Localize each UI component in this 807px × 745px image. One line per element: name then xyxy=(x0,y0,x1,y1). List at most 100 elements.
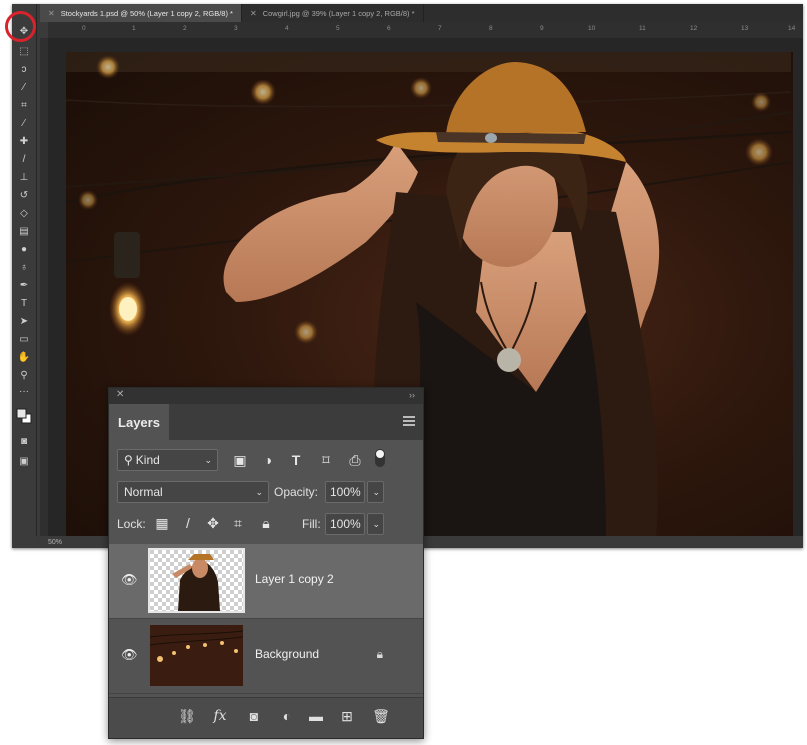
ruler-tick: 0 xyxy=(82,25,86,32)
quick-select-tool-icon[interactable]: ⁄ xyxy=(15,80,33,96)
filter-kind-label: Kind xyxy=(135,453,160,467)
ruler-tick: 4 xyxy=(285,25,289,32)
screen-mode-icon[interactable]: ▣ xyxy=(15,454,33,470)
eye-visibility-icon[interactable]: 👁︎ xyxy=(121,572,138,588)
chevron-down-icon: ⌄ xyxy=(372,518,380,529)
shape-filter-icon[interactable]: ⌑ xyxy=(317,451,335,469)
lasso-tool-icon[interactable]: ↄ xyxy=(15,62,33,78)
color-swatches-icon[interactable] xyxy=(15,408,33,424)
path-select-tool-icon[interactable]: ➤ xyxy=(15,314,33,330)
rectangle-tool-icon[interactable]: ▭ xyxy=(15,332,33,348)
blend-row: Normal ⌄ Opacity: 100% ⌄ xyxy=(109,480,423,504)
ruler-tick: 11 xyxy=(639,25,646,32)
move-tool-highlight-circle xyxy=(5,11,36,42)
blend-mode-dropdown[interactable]: Normal ⌄ xyxy=(117,481,269,503)
opacity-input[interactable]: 100% xyxy=(325,481,365,503)
lock-all-icon[interactable]: 🔒︎ xyxy=(257,515,275,532)
chevron-down-icon: ⌄ xyxy=(372,486,380,497)
ruler-tick: 5 xyxy=(336,25,340,32)
ruler-tick: 7 xyxy=(438,25,442,32)
ruler-tick: 13 xyxy=(741,25,749,32)
layer-name[interactable]: Background xyxy=(255,647,319,661)
lock-image-pixels-icon[interactable]: / xyxy=(179,515,197,531)
chevron-down-icon: ⌄ xyxy=(255,486,263,497)
opacity-value: 100% xyxy=(330,485,361,499)
dodge-tool-icon[interactable]: ♁ xyxy=(15,260,33,276)
tab-label: Cowgirl.jpg @ 39% (Layer 1 copy 2, RGB/8… xyxy=(262,8,415,18)
fill-input[interactable]: 100% xyxy=(325,513,365,535)
link-layers-icon[interactable]: ⛓︎ xyxy=(177,708,197,725)
adjustment-layer-icon[interactable]: ◐ xyxy=(277,708,297,724)
fx-icon[interactable]: fx xyxy=(210,708,230,724)
fill-label: Fill: xyxy=(302,517,321,531)
healing-tool-icon[interactable]: ✚ xyxy=(15,134,33,150)
ruler-tick: 3 xyxy=(234,25,238,32)
document-tab-cowgirl[interactable]: ✕ Cowgirl.jpg @ 39% (Layer 1 copy 2, RGB… xyxy=(242,4,424,22)
tools-panel: ✥ ⬚ ↄ ⁄ ⌗ ⁄ ✚ / ⊥ ↺ ◇ ▤ ● ♁ ✒ T ➤ ▭ ✋ ⚲ … xyxy=(12,4,37,548)
lock-label: Lock: xyxy=(117,517,146,531)
panel-title-bar: ✕ ›› xyxy=(109,388,423,404)
lock-position-icon[interactable]: ✥ xyxy=(204,515,222,532)
close-icon[interactable]: ✕ xyxy=(250,9,257,18)
ruler-tick: 6 xyxy=(387,25,391,32)
lock-icon[interactable]: 🔒︎ xyxy=(377,647,383,662)
pen-tool-icon[interactable]: ✒ xyxy=(15,278,33,294)
gradient-tool-icon[interactable]: ▤ xyxy=(15,224,33,240)
type-filter-icon[interactable]: T xyxy=(287,451,305,469)
ruler-tick: 8 xyxy=(489,25,493,32)
zoom-readout[interactable]: 50% xyxy=(48,539,62,546)
clone-stamp-tool-icon[interactable]: ⊥ xyxy=(15,170,33,186)
search-icon: ⚲ xyxy=(124,453,133,467)
ruler-tick: 12 xyxy=(690,25,698,32)
hand-tool-icon[interactable]: ✋ xyxy=(15,350,33,366)
filter-kind-dropdown[interactable]: ⚲ Kind ⌄ xyxy=(117,449,218,471)
adjustment-filter-icon[interactable]: ◑ xyxy=(259,451,277,469)
layer-name[interactable]: Layer 1 copy 2 xyxy=(255,572,334,586)
image-filter-icon[interactable]: ▣ xyxy=(231,451,249,469)
layer-row-layer-1-copy-2[interactable]: 👁︎ Layer 1 copy 2 xyxy=(109,544,423,619)
ruler-tick: 10 xyxy=(588,25,596,32)
layer-mask-icon[interactable]: ◙ xyxy=(244,708,264,724)
marquee-tool-icon[interactable]: ⬚ xyxy=(15,44,33,60)
opacity-slider-toggle[interactable]: ⌄ xyxy=(367,481,384,503)
ruler-tick: 2 xyxy=(183,25,187,32)
blend-mode-label: Normal xyxy=(124,485,163,499)
delete-trash-icon[interactable]: 🗑︎ xyxy=(371,708,391,725)
close-panel-icon[interactable]: ✕ xyxy=(116,389,124,400)
lock-transparent-pixels-icon[interactable]: ▦ xyxy=(153,515,171,532)
vertical-ruler xyxy=(40,38,48,536)
new-layer-icon[interactable]: ⊞ xyxy=(337,708,357,725)
type-tool-icon[interactable]: T xyxy=(15,296,33,312)
blur-tool-icon[interactable]: ● xyxy=(15,242,33,258)
horizontal-ruler: 0 1 2 3 4 5 6 7 8 9 10 11 12 13 14 xyxy=(48,22,803,39)
quick-mask-icon[interactable]: ◙ xyxy=(15,434,33,450)
ruler-tick: 1 xyxy=(132,25,136,32)
eraser-tool-icon[interactable]: ◇ xyxy=(15,206,33,222)
filter-row: ⚲ Kind ⌄ ▣ ◑ T ⌑ ⎙ xyxy=(109,446,423,474)
fill-slider-toggle[interactable]: ⌄ xyxy=(367,513,384,535)
document-tab-stockyards[interactable]: ✕ Stockyards 1.psd @ 50% (Layer 1 copy 2… xyxy=(40,4,242,22)
history-brush-tool-icon[interactable]: ↺ xyxy=(15,188,33,204)
more-tools-icon[interactable]: ··· xyxy=(15,384,33,400)
zoom-tool-icon[interactable]: ⚲ xyxy=(15,368,33,384)
group-folder-icon[interactable]: ▬ xyxy=(306,708,326,724)
layer-row-background[interactable]: 👁︎ Background 🔒︎ xyxy=(109,619,423,694)
panel-menu-icon[interactable] xyxy=(403,416,415,426)
panel-tab-bar: Layers xyxy=(109,404,423,440)
tab-layers[interactable]: Layers xyxy=(109,404,169,440)
ruler-tick: 14 xyxy=(788,25,796,32)
ruler-tick: 9 xyxy=(540,25,544,32)
document-tab-bar: ✕ Stockyards 1.psd @ 50% (Layer 1 copy 2… xyxy=(40,4,803,22)
eye-visibility-icon[interactable]: 👁︎ xyxy=(121,647,138,663)
lock-artboard-icon[interactable]: ⌗ xyxy=(229,515,247,532)
crop-tool-icon[interactable]: ⌗ xyxy=(15,98,33,114)
close-icon[interactable]: ✕ xyxy=(48,9,55,18)
collapse-panel-icon[interactable]: ›› xyxy=(409,390,415,400)
eyedropper-tool-icon[interactable]: ⁄ xyxy=(15,116,33,132)
smart-object-filter-icon[interactable]: ⎙ xyxy=(346,451,364,469)
filter-toggle-icon[interactable] xyxy=(371,449,389,467)
tab-label: Stockyards 1.psd @ 50% (Layer 1 copy 2, … xyxy=(60,8,233,18)
brush-tool-icon[interactable]: / xyxy=(15,152,33,168)
panel-bottom-toolbar: ⛓︎ fx ◙ ◐ ▬ ⊞ 🗑︎ xyxy=(109,697,423,738)
layers-panel: ✕ ›› Layers ⚲ Kind ⌄ ▣ ◑ T ⌑ ⎙ Normal ⌄ … xyxy=(108,387,424,739)
